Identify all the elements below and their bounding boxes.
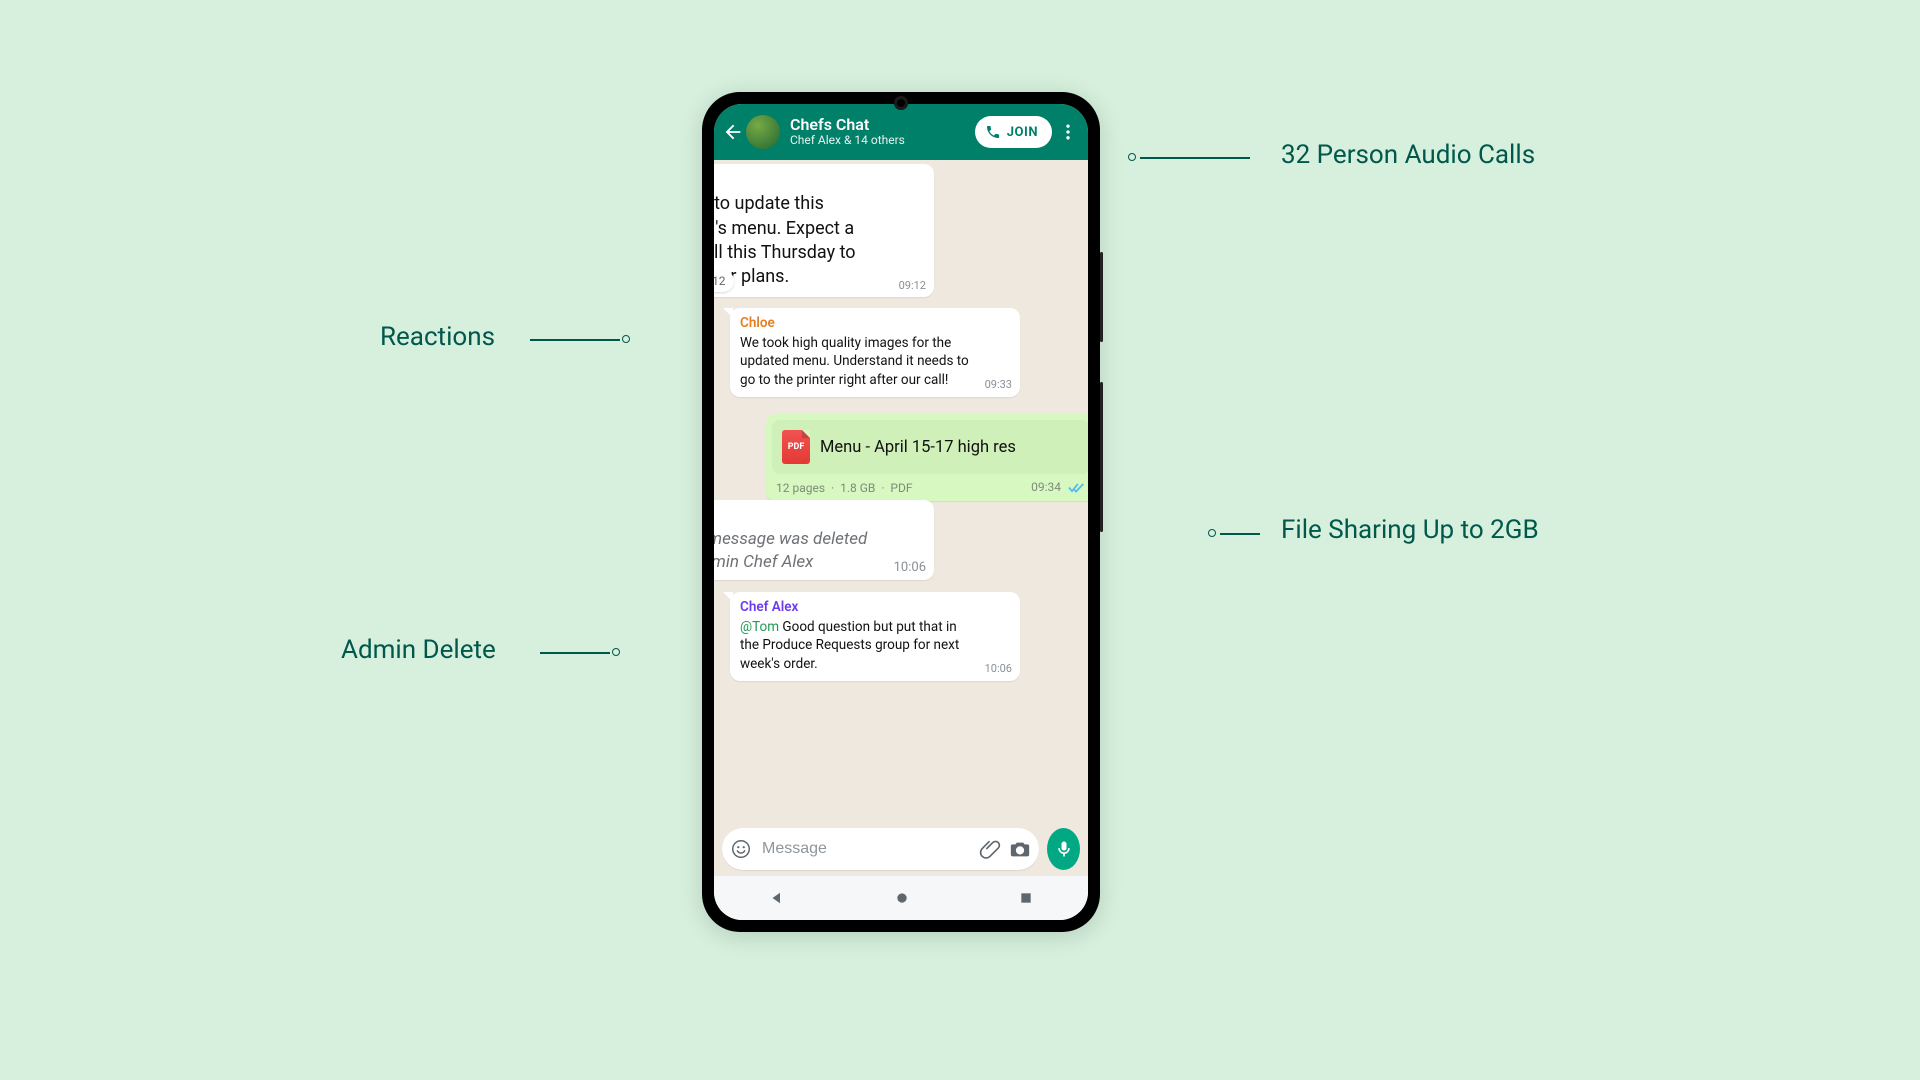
message-time: 09:34	[1031, 480, 1061, 494]
reaction-count: 12	[714, 274, 726, 288]
message-time: 10:06	[894, 559, 926, 577]
annotation-admin-delete: Admin Delete	[341, 635, 496, 665]
message-input-pill[interactable]	[722, 828, 1039, 870]
phone-icon	[985, 124, 1001, 140]
annotation-audio-calls: 32 Person Audio Calls	[1281, 140, 1535, 170]
message-reactions[interactable]: 👍 🙏 🙂 12	[714, 270, 734, 292]
message-time: 09:33	[985, 378, 1012, 393]
more-options-button[interactable]	[1056, 122, 1080, 142]
chat-body[interactable]: Chef Alex Working to update this weekend…	[714, 160, 1088, 822]
square-recents-icon	[1018, 890, 1034, 906]
chat-name: Chefs Chat	[790, 116, 975, 134]
message-input-bar	[714, 822, 1088, 876]
file-pages: 12 pages	[776, 481, 825, 495]
join-label: JOIN	[1007, 125, 1038, 140]
phone-screen: Chefs Chat Chef Alex & 14 others JOIN Ch…	[714, 104, 1088, 920]
arrow-left-icon	[722, 121, 744, 143]
leader-dot	[622, 335, 630, 343]
message-bubble[interactable]: Chef Alex @Tom Good question but put tha…	[730, 592, 1020, 681]
smiley-icon	[730, 838, 752, 860]
nav-back-button[interactable]	[768, 889, 786, 907]
message-text: Working to update this weekend's menu. E…	[714, 192, 924, 291]
leader-dot	[1208, 529, 1216, 537]
leader-line	[540, 652, 610, 654]
annotation-file-sharing: File Sharing Up to 2GB	[1281, 515, 1539, 545]
promo-stage: 32 Person Audio Calls Reactions File Sha…	[0, 0, 1920, 1080]
mic-icon	[1054, 839, 1074, 859]
message-text: We took high quality images for the upda…	[740, 334, 1010, 391]
chat-title-block[interactable]: Chefs Chat Chef Alex & 14 others	[790, 116, 975, 148]
android-nav-bar	[714, 876, 1088, 920]
camera-icon	[1009, 838, 1031, 860]
pdf-icon: PDF	[782, 430, 810, 464]
chat-header: Chefs Chat Chef Alex & 14 others JOIN	[714, 104, 1088, 160]
chat-subtitle: Chef Alex & 14 others	[790, 134, 975, 148]
file-meta-text: 12 pages · 1.8 GB · PDF	[776, 481, 912, 495]
circle-home-icon	[894, 890, 910, 906]
deleted-message-text: This message was deleted by admin Chef A…	[714, 528, 878, 574]
read-receipt-icon	[1068, 480, 1086, 495]
message-time: 09:12	[899, 279, 926, 294]
kebab-icon	[1058, 122, 1078, 142]
leader-line	[530, 339, 620, 341]
voice-message-button[interactable]	[1047, 828, 1080, 870]
deleted-message-bubble[interactable]: Tom This message was deleted by admin Ch…	[714, 500, 934, 580]
leader-dot	[1128, 153, 1136, 161]
triangle-back-icon	[768, 889, 786, 907]
file-size: 1.8 GB	[840, 481, 875, 495]
phone-camera	[894, 96, 908, 110]
message-sender: Chloe	[740, 314, 1010, 332]
message-time: 10:06	[985, 662, 1012, 677]
message-text-input[interactable]	[760, 839, 971, 859]
file-time-status: 09:34	[1031, 480, 1086, 495]
camera-button[interactable]	[1009, 838, 1031, 860]
phone-frame: Chefs Chat Chef Alex & 14 others JOIN Ch…	[702, 92, 1100, 932]
paperclip-icon	[979, 838, 1001, 860]
leader-dot	[612, 648, 620, 656]
emoji-button[interactable]	[730, 838, 752, 860]
file-attachment[interactable]: PDF Menu - April 15-17 high res	[772, 420, 1088, 474]
attach-button[interactable]	[979, 838, 1001, 860]
nav-recents-button[interactable]	[1018, 890, 1034, 906]
message-sender: Chef Alex	[740, 598, 1010, 616]
message-bubble[interactable]: Chef Alex Working to update this weekend…	[714, 164, 934, 297]
join-call-button[interactable]: JOIN	[975, 116, 1052, 148]
message-bubble[interactable]: Chloe We took high quality images for th…	[730, 308, 1020, 397]
chat-avatar[interactable]	[746, 115, 780, 149]
user-mention[interactable]: @Tom	[740, 619, 779, 635]
nav-home-button[interactable]	[894, 890, 910, 906]
message-sender: Tom	[714, 506, 924, 526]
leader-line	[1220, 533, 1260, 535]
message-sender: Chef Alex	[714, 170, 924, 190]
message-text: @Tom Good question but put that in the P…	[740, 618, 1010, 675]
file-message-bubble[interactable]: PDF Menu - April 15-17 high res 12 pages…	[766, 414, 1088, 501]
file-name: Menu - April 15-17 high res	[820, 438, 1016, 457]
leader-line	[1140, 157, 1250, 159]
file-type: PDF	[890, 481, 912, 495]
annotation-reactions: Reactions	[380, 322, 495, 352]
back-button[interactable]	[722, 121, 744, 143]
